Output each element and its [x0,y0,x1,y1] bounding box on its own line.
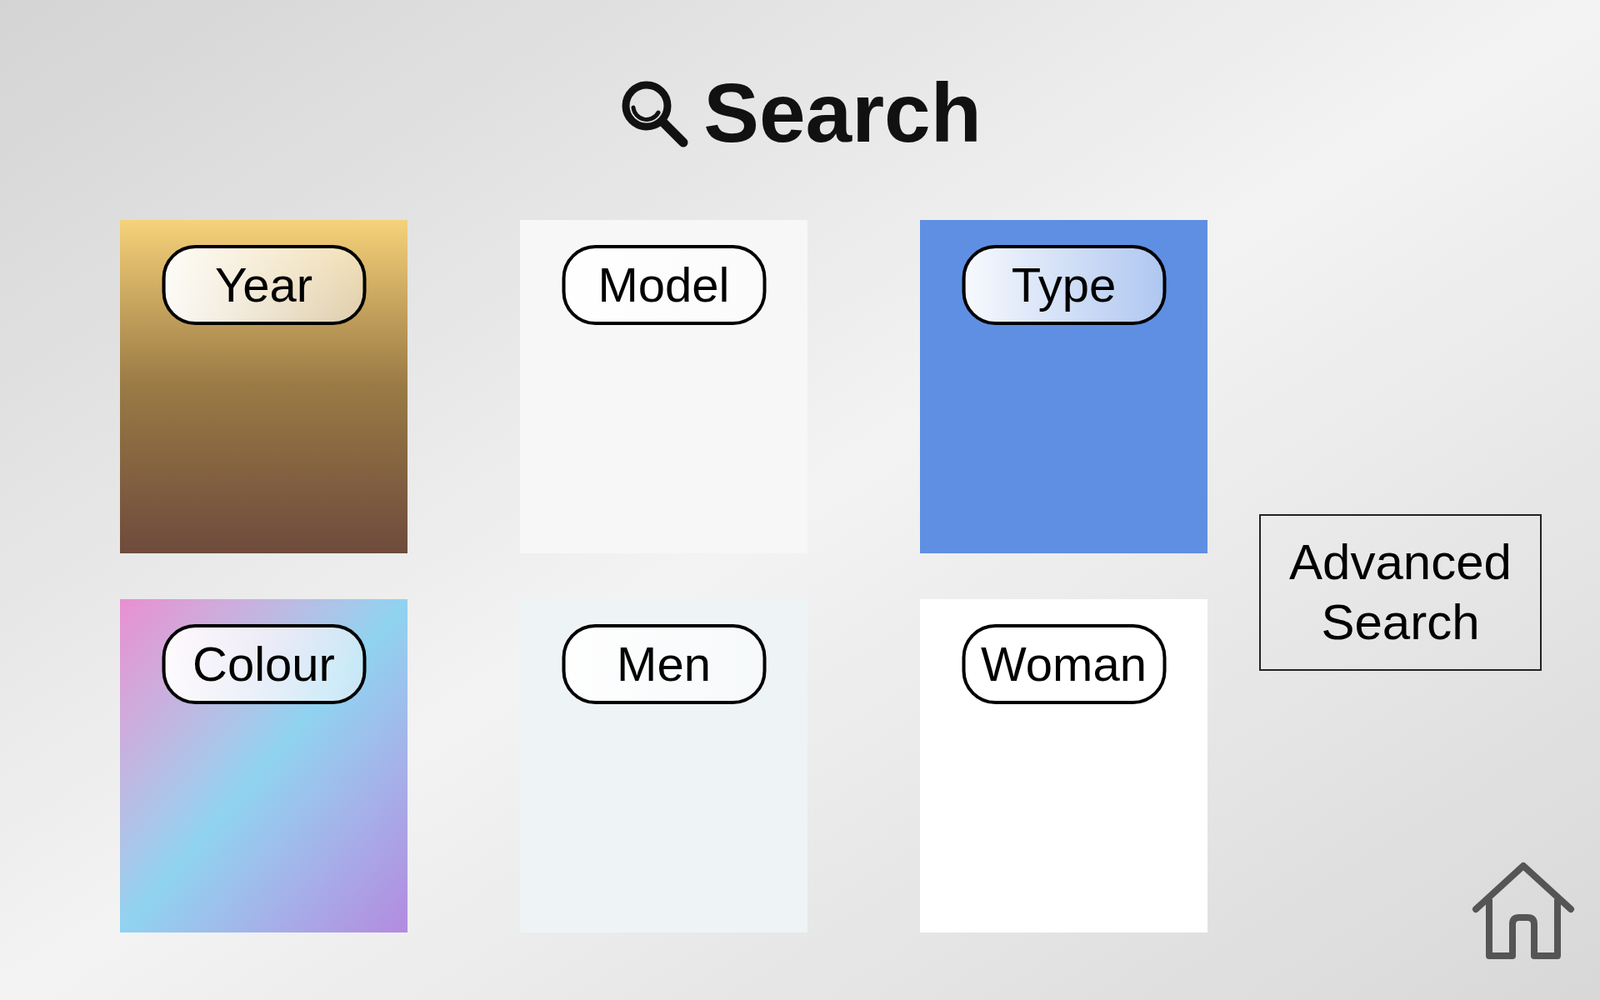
category-label-text: Woman [980,640,1147,689]
category-label-text: Type [1011,260,1117,310]
category-label[interactable]: Model [561,245,766,325]
category-label[interactable]: Year [161,245,366,325]
category-label-text: Model [598,260,730,310]
magnifier-icon [618,77,689,148]
category-tile[interactable]: Men [520,599,808,933]
category-tile[interactable]: Type [920,220,1208,554]
home-icon[interactable] [1469,859,1578,963]
advanced-search-button[interactable]: Advanced Search [1259,514,1542,671]
category-label[interactable]: Colour [161,624,366,705]
category-label-text: Men [616,640,711,689]
advanced-search-label: Advanced Search [1269,532,1532,653]
category-label-text: Year [215,260,313,310]
category-label[interactable]: Type [961,245,1166,325]
category-label[interactable]: Men [561,624,766,705]
category-tile[interactable]: Woman [920,599,1208,933]
category-grid: Year Model Type Colour Men Woman [120,220,1208,933]
search-heading: Search [0,0,1600,155]
category-label[interactable]: Woman [961,624,1166,705]
category-tile[interactable]: Model [520,220,808,554]
category-tile[interactable]: Colour [120,599,408,933]
content-row: Year Model Type Colour Men Woman Advanced Sear… [0,220,1600,933]
category-label-text: Colour [192,640,335,689]
category-tile[interactable]: Year [120,220,408,554]
page-title: Search [703,70,982,155]
search-screen: Search Year Model Type Colour Men Woman Advance… [0,0,1600,1000]
